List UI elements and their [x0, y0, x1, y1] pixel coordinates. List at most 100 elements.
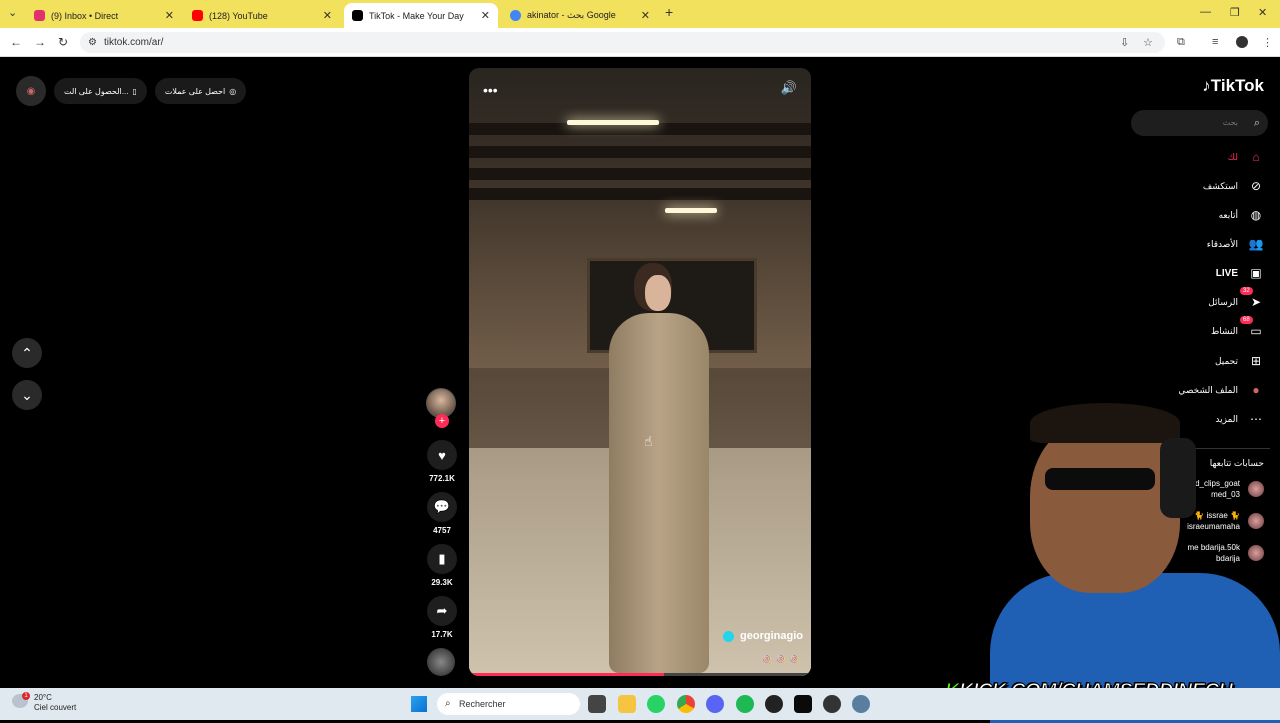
back-icon[interactable]: ← — [10, 35, 22, 49]
sidebar-item-live[interactable]: LIVE ▣ — [1134, 266, 1264, 280]
close-window-button[interactable]: ✕ — [1258, 6, 1267, 19]
following-icon: ◍ — [1250, 208, 1262, 222]
streamer-head — [1030, 418, 1180, 593]
url-text: tiktok.com/ar/ — [104, 37, 164, 48]
sidebar-item-friends[interactable]: الأصدقاء 👥 — [1134, 237, 1264, 251]
sidebar-item-label: الأصدقاء — [1206, 238, 1238, 249]
profile-avatar[interactable] — [1236, 36, 1248, 48]
close-icon[interactable]: ✕ — [323, 9, 332, 22]
previous-video-button[interactable]: ⌃ — [12, 338, 42, 368]
like-action[interactable]: ♥ 772.1K — [426, 440, 458, 483]
messages-badge: 32 — [1240, 287, 1253, 295]
music-disc-icon[interactable] — [427, 648, 455, 676]
search-icon[interactable]: ⌕ — [1254, 110, 1260, 136]
share-action[interactable]: ➦ 17.7K — [426, 596, 458, 639]
music-tag[interactable]: 🍭 🍭 🍭 — [762, 655, 801, 666]
taskbar-search-label: Rechercher — [459, 699, 506, 709]
sidebar-item-label: تحميل — [1214, 355, 1238, 366]
comment-action[interactable]: 💬 4757 — [426, 492, 458, 535]
comment-count: 4757 — [433, 526, 451, 535]
tab-search-icon[interactable]: ⌄ — [8, 6, 17, 19]
ceiling-beam — [469, 168, 811, 180]
site-info-icon[interactable]: ⚙ — [88, 32, 97, 53]
sidebar-item-profile[interactable]: الملف الشخصي ● — [1134, 383, 1264, 397]
get-coins-button[interactable]: احصل على عملات ◎ — [154, 78, 247, 104]
progress-fill — [469, 673, 664, 676]
save-count: 29.3K — [431, 578, 453, 587]
new-tab-button[interactable]: + — [665, 4, 673, 20]
comment-icon[interactable]: 💬 — [427, 492, 457, 522]
chrome-icon[interactable] — [677, 695, 695, 713]
notification-badge: 1 — [22, 692, 30, 700]
restore-button[interactable]: ❐ — [1230, 6, 1240, 19]
settings-icon[interactable] — [852, 695, 870, 713]
taskbar-search[interactable]: ⌕ Rechercher — [437, 693, 580, 715]
bookmark-star-icon[interactable]: ☆ — [1143, 36, 1153, 49]
tab-title: (9) Inbox • Direct — [51, 10, 119, 21]
live-icon: ▣ — [1250, 266, 1262, 280]
sidebar-item-activity[interactable]: النشاط ▭ 68 — [1134, 316, 1264, 338]
address-bar-row: ← → ↻ ⚙ tiktok.com/ar/ ⇩ ☆ ⧉ ≡ ⋮ — [0, 28, 1280, 57]
streamer-glasses — [1045, 468, 1155, 490]
sidebar-item-explore[interactable]: استكشف ⊘ — [1134, 179, 1264, 193]
compass-icon: ⊘ — [1250, 179, 1262, 193]
tiktok-logo[interactable]: ♪TikTok — [1202, 76, 1264, 96]
obs-icon[interactable] — [765, 695, 783, 713]
video-player[interactable]: ••• 🔊 georginagio 🍭 🍭 🍭 — [469, 68, 811, 676]
terminal-icon[interactable] — [794, 695, 812, 713]
tab-tiktok[interactable]: TikTok - Make Your Day ✕ — [344, 3, 498, 28]
close-icon[interactable]: ✕ — [641, 9, 650, 22]
reload-icon[interactable]: ↻ — [58, 35, 68, 49]
file-explorer-icon[interactable] — [618, 695, 636, 713]
share-icon[interactable]: ➦ — [427, 596, 457, 626]
tab-google[interactable]: akinator - بحث Google ✕ — [502, 3, 658, 28]
save-action[interactable]: ▮ 29.3K — [426, 544, 458, 587]
tiktok-icon — [352, 10, 363, 21]
top-left-actions: ◉ الحصول على الت... ▯ احصل على عملات ◎ — [16, 76, 247, 106]
url-input[interactable]: ⚙ tiktok.com/ar/ — [80, 32, 1165, 53]
sidebar-item-messages[interactable]: الرسائل ➤ 32 — [1134, 287, 1264, 309]
extensions-icon[interactable]: ⧉ — [1177, 36, 1185, 49]
close-icon[interactable]: ✕ — [165, 9, 174, 22]
tab-title: akinator - بحث Google — [527, 10, 616, 20]
weather-condition: Ciel couvert — [34, 703, 77, 712]
search-icon: ⌕ — [445, 698, 451, 709]
more-options-icon[interactable]: ••• — [483, 82, 498, 98]
sidebar-item-label: LIVE — [1215, 267, 1238, 279]
spotify-icon[interactable] — [736, 695, 754, 713]
tab-instagram[interactable]: (9) Inbox • Direct ✕ — [26, 3, 182, 28]
search-input[interactable]: بحث ⌕ — [1131, 110, 1268, 136]
minimize-button[interactable]: — — [1200, 6, 1211, 18]
author-name: georginagio — [740, 630, 803, 642]
close-icon[interactable]: ✕ — [481, 9, 490, 22]
tab-title: TikTok - Make Your Day — [369, 10, 464, 21]
get-app-button[interactable]: الحصول على الت... ▯ — [54, 78, 147, 104]
activity-icon: ▭ 68 — [1240, 316, 1264, 338]
windows-start-icon[interactable] — [411, 696, 427, 712]
browser-menu-icon[interactable]: ⋮ — [1262, 36, 1273, 49]
weather-widget[interactable]: 20°C Ciel couvert — [34, 693, 76, 713]
sidebar-item-for-you[interactable]: لك ⌂ — [1134, 150, 1264, 164]
discord-icon[interactable] — [706, 695, 724, 713]
get-coins-label: احصل على عملات — [164, 86, 226, 96]
media-player-icon[interactable] — [823, 695, 841, 713]
heart-icon[interactable]: ♥ — [427, 440, 457, 470]
follow-button[interactable]: + — [435, 414, 449, 428]
sidebar-item-label: الرسائل — [1208, 296, 1238, 307]
volume-icon[interactable]: 🔊 — [781, 80, 797, 96]
whatsapp-icon[interactable] — [647, 695, 665, 713]
bookmark-icon[interactable]: ▮ — [427, 544, 457, 574]
sidebar-item-following[interactable]: أتابعه ◍ — [1134, 208, 1264, 222]
google-icon — [510, 10, 521, 21]
profile-menu-button[interactable]: ◉ — [16, 76, 46, 106]
temperature: 20°C — [34, 693, 52, 702]
video-author[interactable]: georginagio — [722, 630, 803, 642]
media-control-icon[interactable]: ≡ — [1212, 36, 1218, 48]
video-progress-bar[interactable] — [469, 673, 811, 676]
next-video-button[interactable]: ⌄ — [12, 380, 42, 410]
sidebar-item-upload[interactable]: تحميل ⊞ — [1134, 354, 1264, 368]
forward-icon[interactable]: → — [34, 35, 46, 49]
task-view-icon[interactable] — [588, 695, 606, 713]
install-app-icon[interactable]: ⇩ — [1120, 36, 1129, 49]
tab-youtube[interactable]: (128) YouTube ✕ — [184, 3, 340, 28]
